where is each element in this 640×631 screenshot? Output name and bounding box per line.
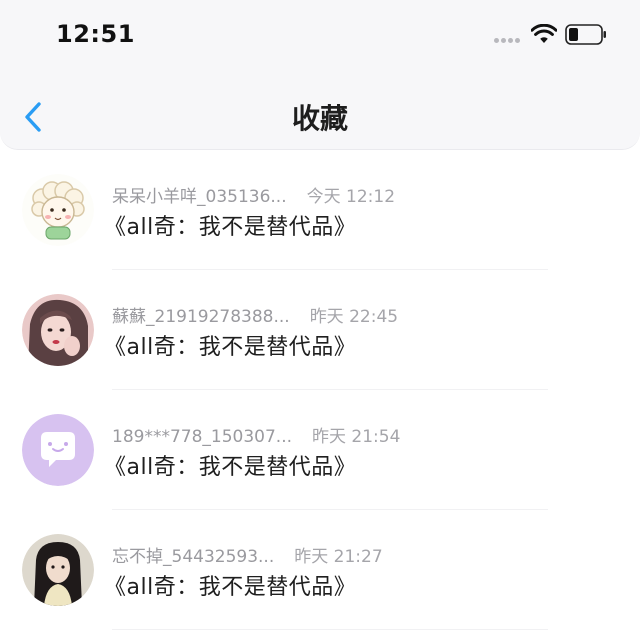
item-title: 《all奇：我不是替代品》 (104, 215, 357, 240)
username: 189***778_150307... (112, 427, 293, 447)
item-meta: 189***778_150307... 昨天 21:54 (112, 422, 400, 447)
header: 12:51 收藏 (0, 0, 640, 150)
avatar (22, 414, 94, 486)
timestamp: 昨天 21:54 (312, 427, 401, 447)
item-meta: 蘇蘇_21919278388... 昨天 22:45 (112, 302, 398, 327)
avatar (22, 174, 94, 246)
wifi-icon (531, 24, 557, 43)
username: 忘不掉_54432593... (112, 547, 275, 567)
profile-photo-icon (22, 294, 94, 366)
list-item[interactable]: 189***778_150307... 昨天 21:54 《all奇：我不是替代品… (0, 390, 640, 510)
item-title: 《all奇：我不是替代品》 (104, 455, 357, 480)
divider (112, 629, 548, 630)
page-title: 收藏 (291, 102, 348, 135)
list-item[interactable]: 蘇蘇_21919278388... 昨天 22:45 《all奇：我不是替代品》 (0, 270, 640, 390)
timestamp: 昨天 22:45 (309, 307, 399, 327)
chat-bubble-icon (22, 414, 94, 486)
username: 呆呆小羊咩_035136... (112, 187, 287, 207)
battery-icon (565, 24, 606, 45)
list-item[interactable]: 忘不掉_54432593... 昨天 21:27 《all奇：我不是替代品》 (0, 510, 640, 630)
list-item[interactable]: 呆呆小羊咩_035136... 今天 12:12 《all奇：我不是替代品》 (0, 150, 640, 270)
username: 蘇蘇_21919278388... (112, 307, 290, 327)
profile-photo-icon (22, 534, 94, 606)
status-time: 12:51 (56, 20, 135, 48)
item-title: 《all奇：我不是替代品》 (104, 575, 357, 600)
avatar (22, 294, 94, 366)
item-meta: 忘不掉_54432593... 昨天 21:27 (112, 542, 383, 567)
cellular-signal-icon (494, 38, 522, 44)
sheep-icon (22, 174, 94, 246)
timestamp: 今天 12:12 (306, 187, 396, 207)
favorites-list: 呆呆小羊咩_035136... 今天 12:12 《all奇：我不是替代品》 蘇蘇… (0, 150, 640, 630)
navigation-bar: 收藏 (0, 80, 640, 150)
status-bar: 12:51 (0, 0, 640, 70)
avatar (22, 534, 94, 606)
timestamp: 昨天 21:27 (294, 547, 383, 567)
item-meta: 呆呆小羊咩_035136... 今天 12:12 (112, 182, 395, 207)
item-title: 《all奇：我不是替代品》 (104, 335, 357, 360)
